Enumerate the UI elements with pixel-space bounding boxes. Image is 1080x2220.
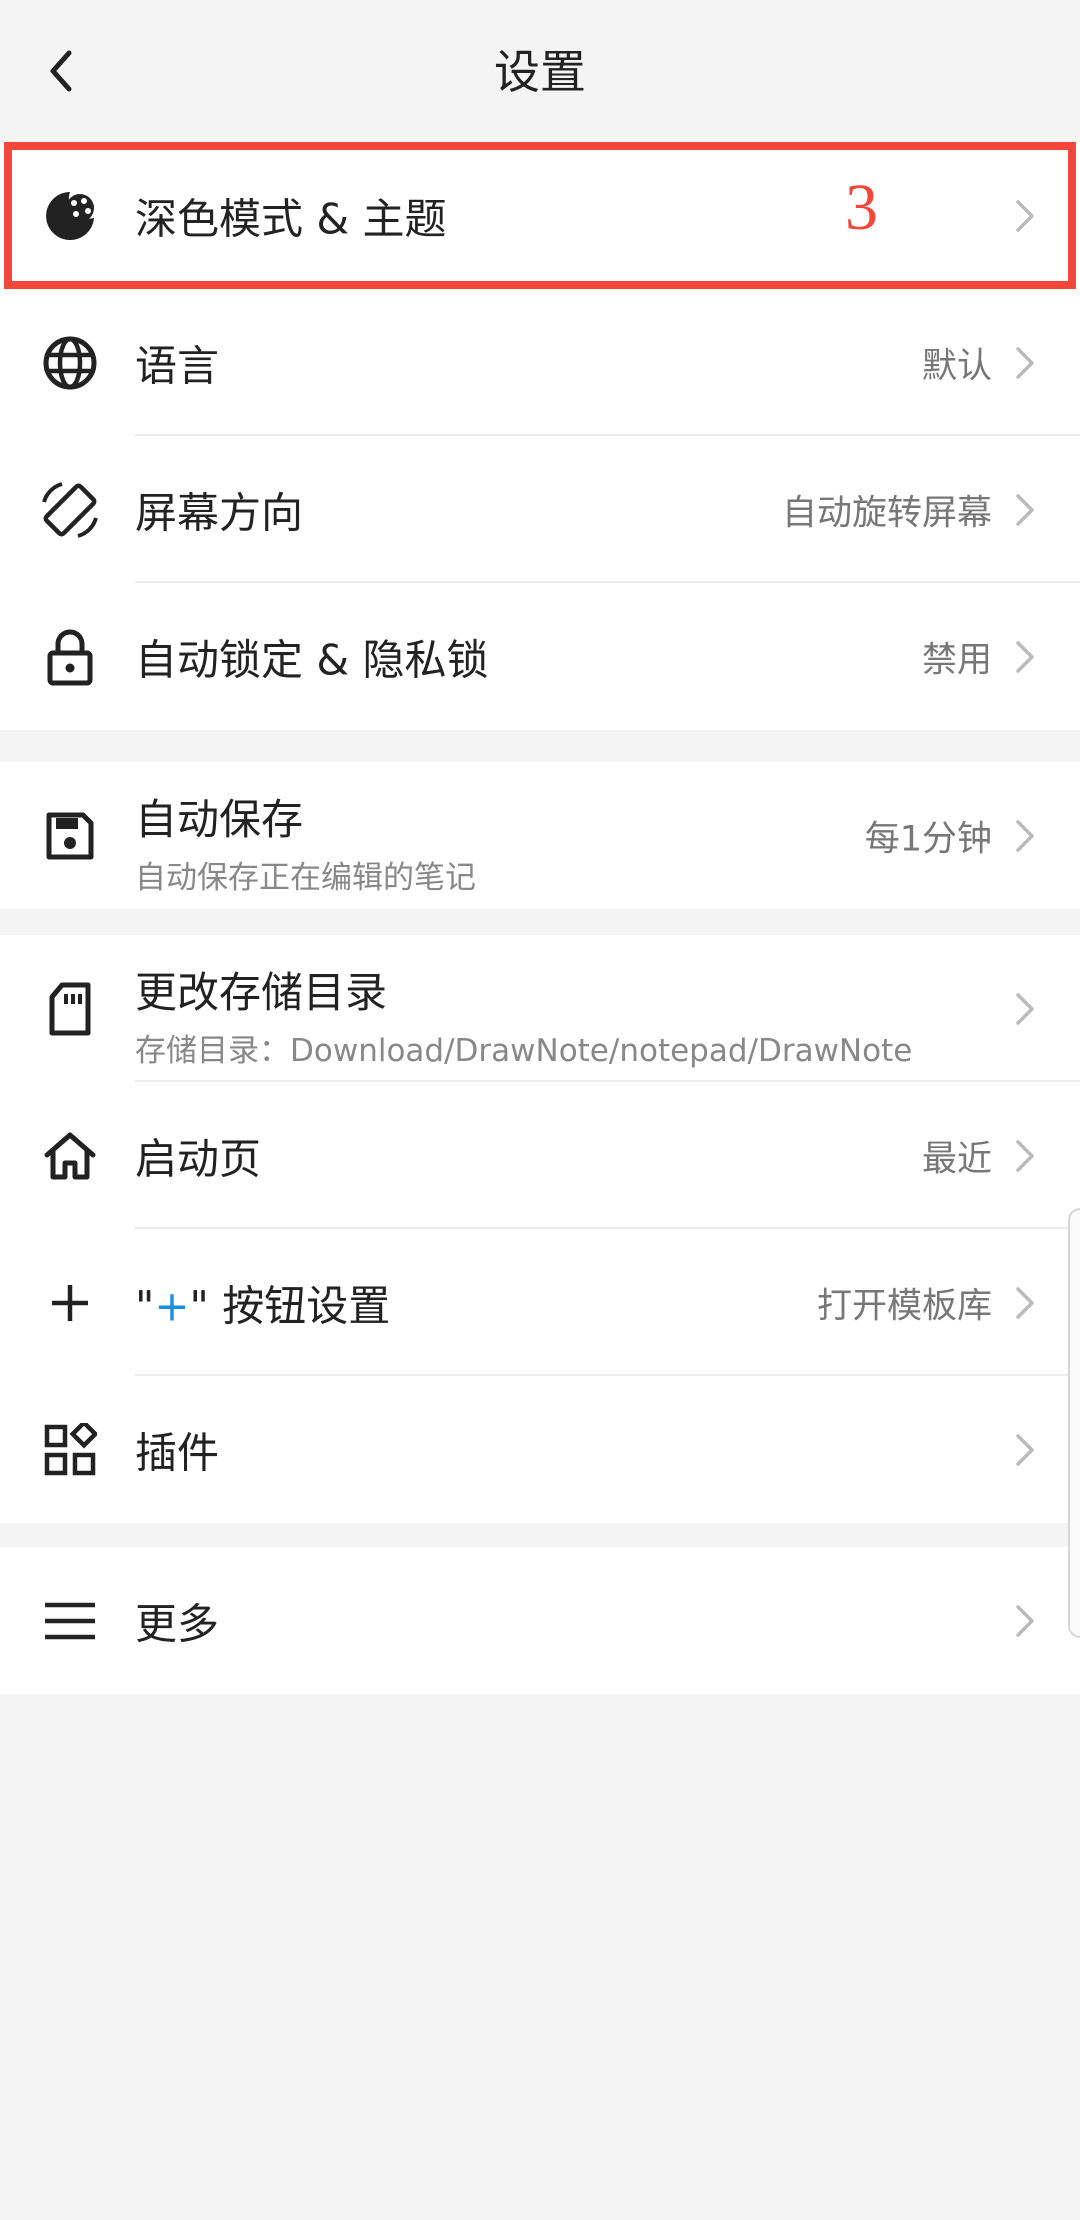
chevron-right-icon (1016, 1433, 1034, 1466)
setting-plugins-label: 插件 (135, 1428, 220, 1477)
setting-startpage-value: 最近 (921, 1139, 992, 1179)
setting-autosave-value: 每1分钟 (864, 819, 992, 859)
lock-icon (38, 625, 102, 689)
setting-language[interactable]: 语言 默认 (0, 289, 1080, 436)
setting-startpage-label: 启动页 (135, 1134, 262, 1183)
sd-card-icon (38, 977, 102, 1041)
settings-group-autosave: 自动保存 自动保存正在编辑的笔记 每1分钟 (0, 762, 1080, 909)
setting-autosave-sub: 自动保存正在编辑的笔记 (135, 860, 476, 896)
chevron-right-icon (1016, 1604, 1034, 1637)
setting-plus-button-label: "+" 按钮设置 (135, 1272, 390, 1333)
setting-language-value: 默认 (921, 346, 992, 386)
setting-orientation-label: 屏幕方向 (135, 488, 304, 537)
annotation-marker: 3 (845, 171, 878, 244)
setting-storage-label: 更改存储目录 (135, 968, 388, 1017)
chevron-right-icon (1016, 1286, 1034, 1319)
setting-plus-button[interactable]: "+" 按钮设置 打开模板库 (0, 1229, 1080, 1376)
setting-storage[interactable]: 更改存储目录 存储目录：Download/DrawNote/notepad/Dr… (0, 935, 1080, 1082)
setting-lock-value: 禁用 (921, 640, 992, 680)
label-rest: " 按钮设置 (189, 1281, 391, 1330)
plus-icon (38, 1271, 102, 1335)
setting-lock-label: 自动锁定 & 隐私锁 (135, 635, 489, 684)
setting-language-label: 语言 (135, 341, 220, 390)
setting-autosave-label: 自动保存 (135, 795, 304, 844)
chevron-right-icon (1016, 819, 1034, 852)
setting-lock[interactable]: 自动锁定 & 隐私锁 禁用 (0, 583, 1080, 730)
setting-more-label: 更多 (135, 1599, 220, 1648)
setting-plus-button-value: 打开模板库 (816, 1286, 992, 1326)
settings-group-more: 更多 (0, 1547, 1080, 1694)
label-quote-open: " (135, 1281, 155, 1330)
home-icon (38, 1124, 102, 1188)
settings-group-appearance: 深色模式 & 主题 语言 默认 屏幕方向 自动旋转屏幕 自动锁定 & 隐私锁 禁… (0, 142, 1080, 730)
widgets-icon (38, 1418, 102, 1482)
screen-rotation-icon (38, 478, 102, 542)
setting-more[interactable]: 更多 (0, 1547, 1080, 1694)
chevron-right-icon (1016, 640, 1034, 673)
chevron-right-icon (1016, 1139, 1034, 1172)
setting-theme[interactable]: 深色模式 & 主题 (0, 142, 1080, 289)
setting-autosave[interactable]: 自动保存 自动保存正在编辑的笔记 每1分钟 (0, 762, 1080, 909)
setting-orientation[interactable]: 屏幕方向 自动旋转屏幕 (0, 436, 1080, 583)
settings-group-storage: 更改存储目录 存储目录：Download/DrawNote/notepad/Dr… (0, 935, 1080, 1523)
page-title: 设置 (494, 45, 586, 99)
save-icon (38, 804, 102, 868)
chevron-right-icon (1016, 199, 1034, 232)
setting-startpage[interactable]: 启动页 最近 (0, 1082, 1080, 1229)
setting-plugins[interactable]: 插件 (0, 1376, 1080, 1523)
menu-icon (38, 1589, 102, 1653)
chevron-right-icon (1016, 493, 1034, 526)
palette-moon-icon (38, 184, 102, 248)
setting-theme-label: 深色模式 & 主题 (135, 194, 447, 243)
chevron-right-icon (1016, 346, 1034, 379)
setting-orientation-value: 自动旋转屏幕 (781, 493, 992, 533)
setting-storage-sub: 存储目录：Download/DrawNote/notepad/DrawNote (135, 1033, 913, 1069)
label-plus-symbol: + (154, 1281, 190, 1330)
globe-icon (38, 331, 102, 395)
edge-scroll-handle[interactable] (1068, 1208, 1080, 1638)
app-header: 设置 (0, 0, 1080, 142)
chevron-right-icon (1016, 992, 1034, 1025)
